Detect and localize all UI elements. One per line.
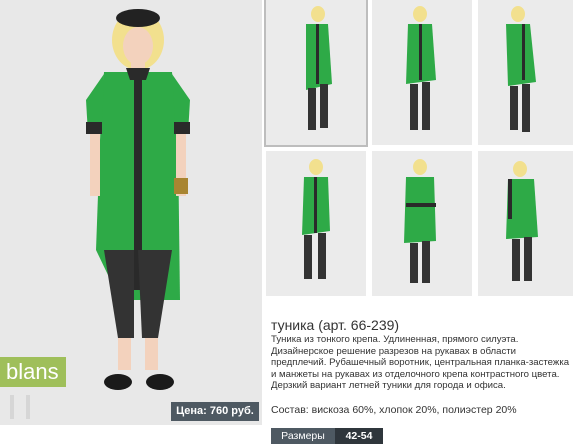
thumbnail-6[interactable] [478, 151, 573, 296]
brand-logo: blans [0, 357, 66, 387]
thumbnail-5[interactable] [372, 151, 472, 296]
sizes-label[interactable]: Размеры [271, 428, 335, 444]
product-description: Туника из тонкого крепа. Удлиненная, пря… [271, 334, 570, 391]
price-badge: Цена: 760 руб. [171, 402, 259, 421]
product-title: туника (арт. 66-239) [271, 317, 400, 333]
thumbnail-2[interactable] [372, 0, 472, 145]
thumbnail-3[interactable] [478, 0, 573, 145]
sizes-value: 42-54 [335, 428, 383, 444]
product-composition: Состав: вискоза 60%, хлопок 20%, полиэст… [271, 404, 517, 416]
thumbnail-1[interactable] [264, 0, 368, 147]
thumbnail-4[interactable] [266, 151, 366, 296]
